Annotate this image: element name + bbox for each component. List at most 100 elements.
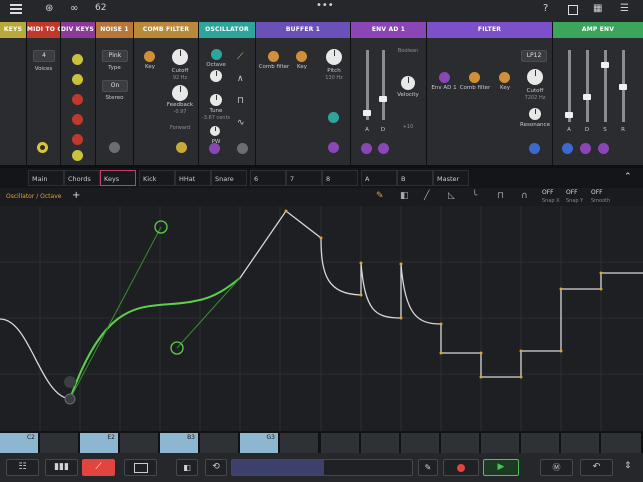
line-tool-icon[interactable]: ╱: [424, 191, 429, 201]
module-buffer[interactable]: BUFFER 1 Comb filter Key Pitch 130 Hz: [256, 22, 351, 165]
loop-icon[interactable]: ∞: [70, 3, 78, 14]
output-port[interactable]: [209, 143, 220, 154]
mode-label[interactable]: Forward: [164, 125, 196, 131]
module-div-keys[interactable]: DIV KEYS B 1: [61, 22, 96, 165]
output-port-2[interactable]: [328, 142, 339, 153]
tab-keys[interactable]: Keys: [100, 170, 136, 186]
window-icon[interactable]: [568, 5, 578, 15]
wave-sine-icon[interactable]: ∿: [237, 118, 245, 128]
pw-knob[interactable]: [210, 126, 220, 136]
metronome-button[interactable]: Ⓜ: [540, 459, 573, 476]
key[interactable]: [441, 433, 479, 453]
key[interactable]: [521, 433, 559, 453]
module-oscillator[interactable]: OSCILLATOR Octave Tune -3.87 cents PW ⟋ …: [199, 22, 256, 165]
decay-fader[interactable]: [583, 94, 591, 100]
sync-port[interactable]: [211, 49, 222, 60]
output-port[interactable]: [328, 112, 339, 123]
collapse-icon[interactable]: ⌃: [624, 172, 632, 182]
filter-type-select[interactable]: LP12: [521, 50, 547, 62]
output-port[interactable]: [37, 142, 48, 153]
attack-fader[interactable]: [565, 112, 573, 118]
module-midi-to-cv[interactable]: MIDI TO CV 4 Voices: [27, 22, 61, 165]
tune-knob[interactable]: [210, 94, 222, 106]
tab-snare[interactable]: Snare: [211, 170, 247, 186]
port-2[interactable]: [580, 143, 591, 154]
tab-b[interactable]: B: [397, 170, 433, 186]
port-2[interactable]: [72, 74, 83, 85]
key-g3[interactable]: G3: [240, 433, 278, 453]
timeline-overview[interactable]: [231, 459, 413, 476]
layout-button[interactable]: ◧: [176, 459, 198, 476]
stereo-toggle[interactable]: On: [102, 80, 128, 92]
edit-button[interactable]: ✎: [418, 459, 438, 476]
hamburger-icon[interactable]: [10, 4, 22, 14]
key-c2[interactable]: C2: [0, 433, 38, 453]
decay-fader[interactable]: [379, 96, 387, 102]
output-port[interactable]: [109, 142, 120, 153]
env-port[interactable]: [439, 72, 450, 83]
smooth-value[interactable]: OFF: [591, 189, 603, 196]
port-1[interactable]: [562, 143, 573, 154]
list-icon[interactable]: ☰: [620, 3, 629, 14]
record-button[interactable]: [443, 459, 479, 476]
mixer-view-button[interactable]: ▮▮▮: [45, 459, 78, 476]
window-view-button[interactable]: [124, 459, 157, 476]
wave-saw-icon[interactable]: ⟋: [237, 52, 243, 62]
wave-square-icon[interactable]: ⊓: [237, 96, 244, 106]
key[interactable]: [401, 433, 439, 453]
eraser-tool-icon[interactable]: ◧: [400, 191, 409, 201]
port-3[interactable]: [72, 94, 83, 105]
key[interactable]: [200, 433, 238, 453]
key-port[interactable]: [144, 51, 155, 62]
grid-icon[interactable]: ▦: [593, 3, 602, 14]
more-icon[interactable]: •••: [316, 0, 334, 11]
key-port[interactable]: [499, 72, 510, 83]
port-4[interactable]: [72, 114, 83, 125]
snap-y-value[interactable]: OFF: [566, 189, 578, 196]
add-button[interactable]: +: [72, 190, 80, 201]
port-1[interactable]: [72, 54, 83, 65]
cutoff-knob[interactable]: [172, 49, 188, 65]
module-amp-env[interactable]: AMP ENV A D S R: [553, 22, 643, 165]
rack-view-button[interactable]: ☷: [6, 459, 39, 476]
snap-x-value[interactable]: OFF: [542, 189, 554, 196]
tab-kick[interactable]: Kick: [139, 170, 175, 186]
automation-editor[interactable]: [0, 206, 643, 431]
sustain-fader[interactable]: [601, 62, 609, 68]
key[interactable]: [601, 433, 641, 453]
automation-view-button[interactable]: ⟋: [82, 459, 115, 476]
tab-6[interactable]: 6: [250, 170, 286, 186]
output-port[interactable]: [529, 143, 540, 154]
release-fader[interactable]: [619, 84, 627, 90]
pencil-tool-icon[interactable]: ✎: [376, 191, 384, 201]
octave-knob[interactable]: [210, 70, 222, 82]
module-keys[interactable]: KEYS: [0, 22, 27, 165]
resize-icon[interactable]: ⇕: [624, 461, 632, 471]
loop-toggle-button[interactable]: ⟲: [205, 459, 227, 476]
resonance-knob[interactable]: [529, 108, 541, 120]
undo-button[interactable]: ↶: [580, 459, 613, 476]
pitch-knob[interactable]: [326, 49, 342, 65]
cutoff-knob[interactable]: [527, 69, 543, 85]
module-filter[interactable]: FILTER LP12 Env AD 1 Comb filter Key Cut…: [427, 22, 553, 165]
output-port[interactable]: [361, 143, 372, 154]
help-icon[interactable]: ?: [543, 3, 548, 14]
voices-field[interactable]: 4: [33, 50, 55, 62]
key[interactable]: [321, 433, 359, 453]
key[interactable]: [561, 433, 599, 453]
midi-icon[interactable]: ⊛: [45, 3, 53, 14]
automation-canvas[interactable]: [0, 206, 643, 431]
tab-7[interactable]: 7: [286, 170, 322, 186]
module-noise[interactable]: NOISE 1 Pink Type On Stereo: [96, 22, 134, 165]
output-port-2[interactable]: [378, 143, 389, 154]
play-button[interactable]: ▶: [483, 459, 519, 476]
port-3[interactable]: [598, 143, 609, 154]
tab-chords[interactable]: Chords: [64, 170, 100, 186]
module-comb-filter[interactable]: COMB FILTER Key Cutoff 92 Hz Feedback -0…: [134, 22, 199, 165]
wave-triangle-icon[interactable]: ∧: [237, 74, 244, 84]
tab-master[interactable]: Master: [433, 170, 469, 186]
attack-fader[interactable]: [363, 110, 371, 116]
key-b3[interactable]: B3: [160, 433, 198, 453]
module-env-ad[interactable]: ENV AD 1 Boolean A D Velocity +10: [351, 22, 427, 165]
key[interactable]: [120, 433, 158, 453]
